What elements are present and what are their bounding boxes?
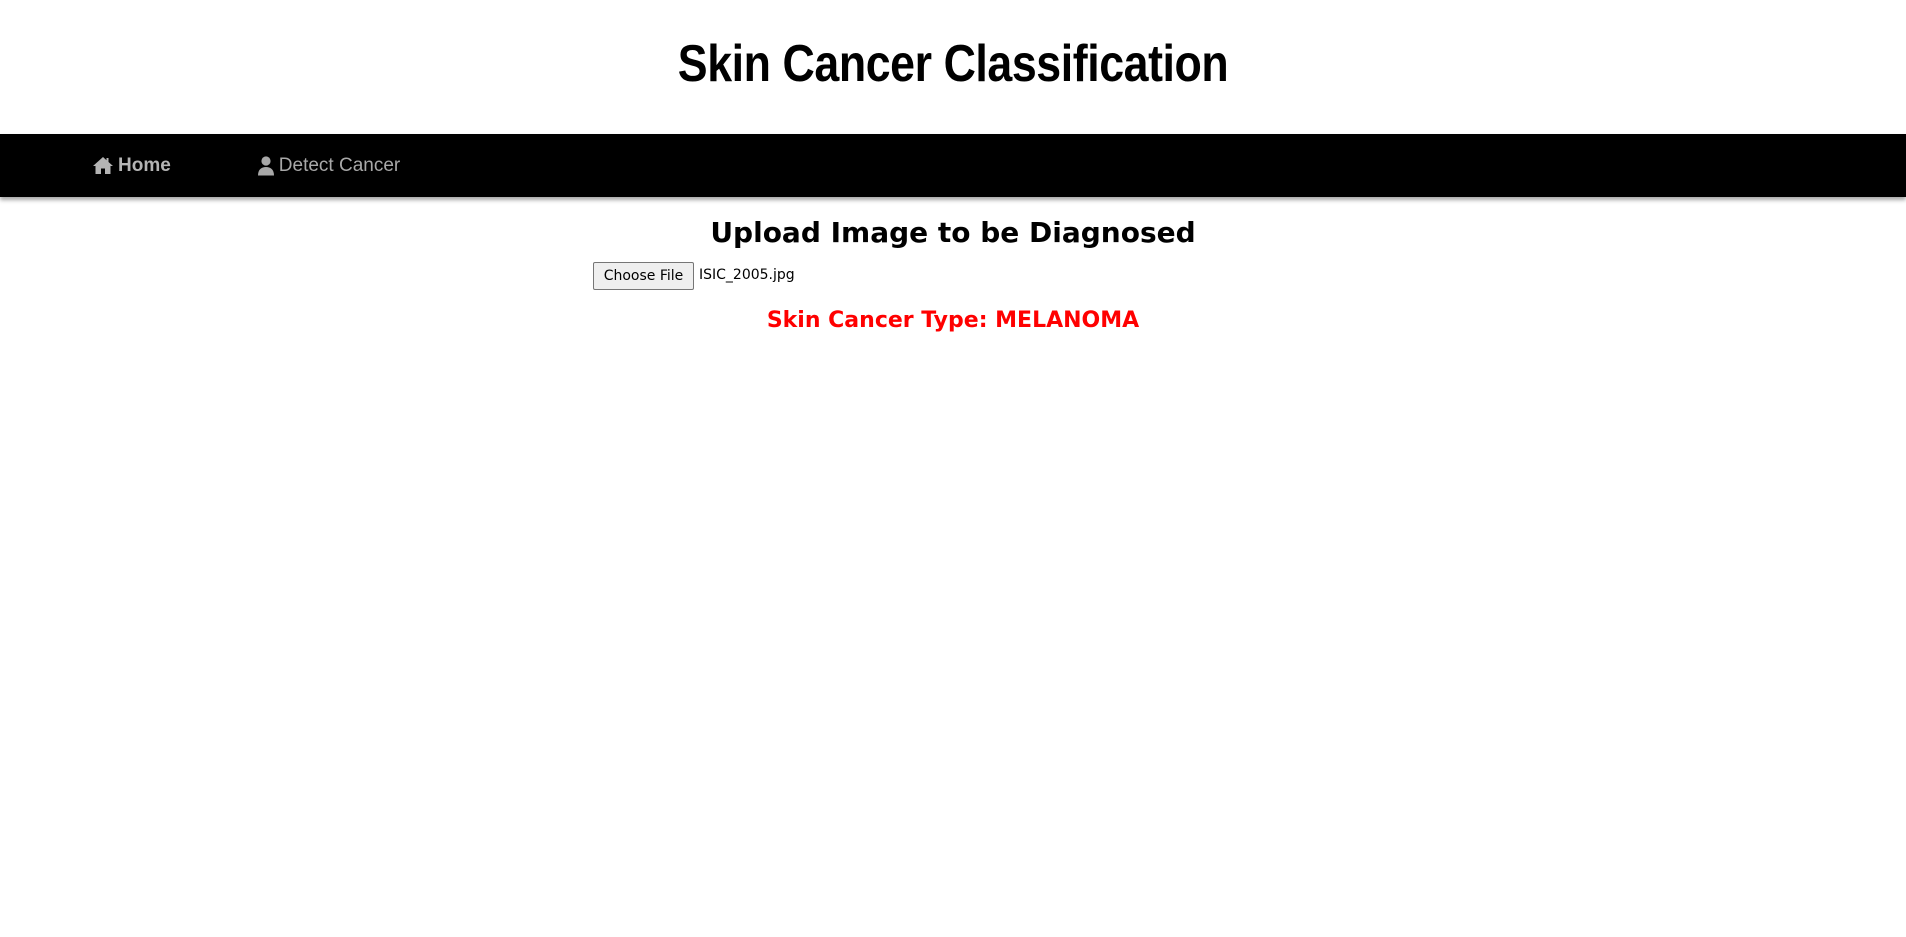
page-header: Skin Cancer Classification — [0, 0, 1906, 134]
page-title: Skin Cancer Classification — [677, 35, 1229, 93]
nav-item-detect-cancer[interactable]: Detect Cancer — [257, 134, 400, 197]
choose-file-button[interactable]: Choose File — [593, 262, 694, 290]
home-icon — [92, 156, 114, 175]
nav-item-home-label: Home — [118, 154, 171, 176]
user-icon — [257, 155, 275, 176]
diagnosis-result: Skin Cancer Type: MELANOMA — [766, 308, 1140, 333]
selected-file-name: ISIC_2005.jpg — [699, 267, 795, 283]
upload-title: Upload Image to be Diagnosed — [710, 216, 1196, 249]
navbar: Home Detect Cancer — [0, 134, 1906, 197]
nav-item-detect-cancer-label: Detect Cancer — [278, 154, 401, 176]
file-input: Choose File ISIC_2005.jpg — [0, 262, 1906, 292]
main-content: Upload Image to be Diagnosed Choose File… — [0, 217, 1906, 333]
nav-item-home[interactable]: Home — [92, 134, 171, 197]
